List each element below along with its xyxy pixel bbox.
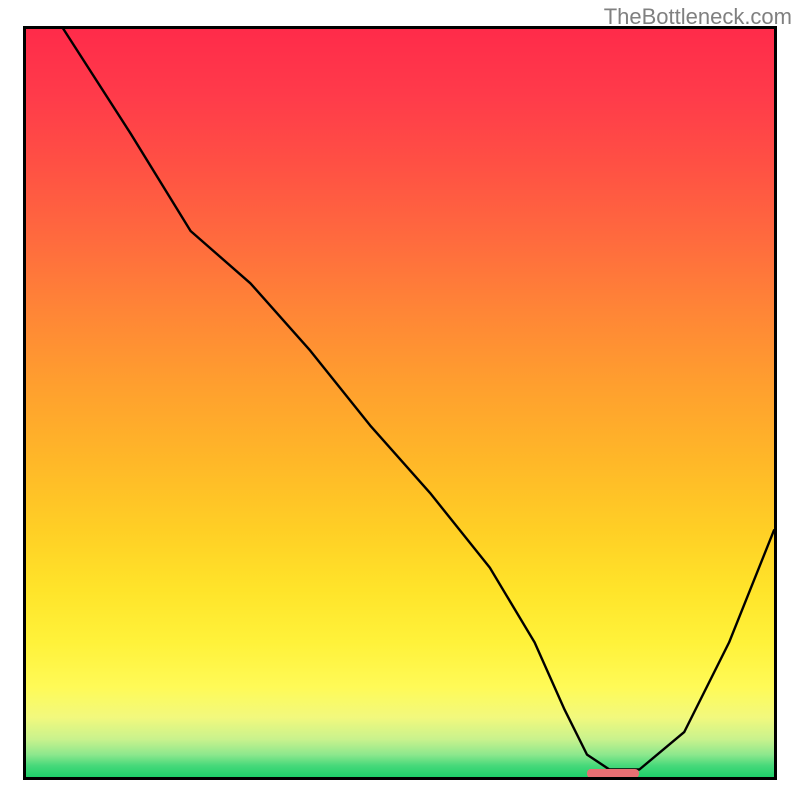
chart-container: TheBottleneck.com <box>0 0 800 800</box>
optimal-marker <box>587 769 639 778</box>
plot-frame <box>23 26 777 780</box>
watermark-text: TheBottleneck.com <box>604 4 792 30</box>
bottleneck-curve <box>26 29 774 777</box>
